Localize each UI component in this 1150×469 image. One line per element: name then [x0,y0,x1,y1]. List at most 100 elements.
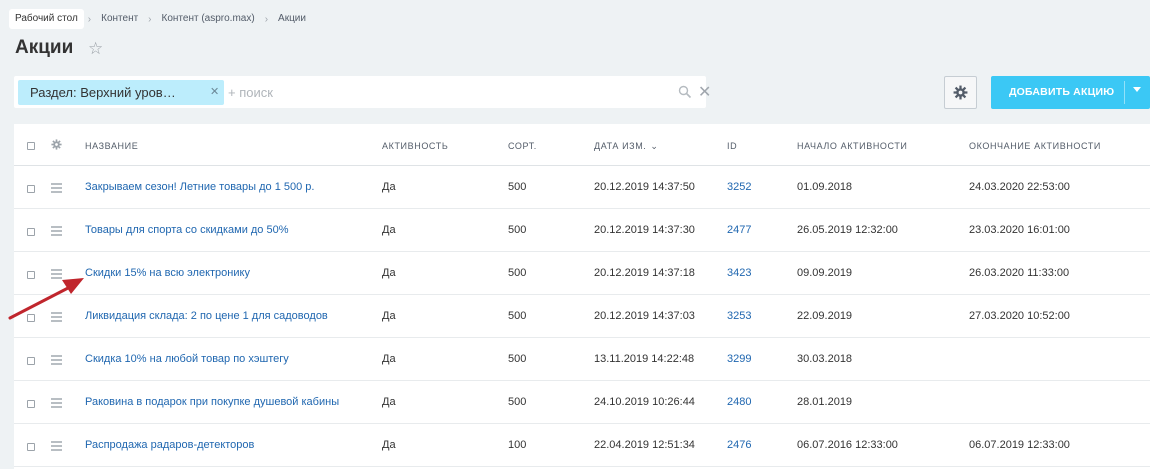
chevron-right-icon: › [148,13,152,25]
drag-handle-icon[interactable] [51,312,62,324]
cell-modified: 20.12.2019 14:37:50 [594,181,695,193]
cell-id[interactable]: 3252 [727,166,751,209]
table-row[interactable]: Скидка 10% на любой товар по хэштегу Да 50… [14,338,1150,381]
row-checkbox[interactable] [27,443,35,451]
row-checkbox[interactable] [27,228,35,236]
cell-id[interactable]: 3299 [727,338,751,381]
breadcrumb-item-aspro[interactable]: Контент (aspro.max) [156,9,261,29]
add-promotion-button[interactable]: ДОБАВИТЬ АКЦИЮ [991,76,1150,109]
cell-start: 22.09.2019 [797,310,853,322]
filter-tag-section[interactable]: Раздел: Верхний уров… [18,80,224,105]
cell-end: 26.03.2020 11:33:00 [969,267,1070,279]
table-header: Название Активность Сорт. Дата изм. ⌄ ID … [14,124,1150,166]
cell-start: 26.05.2019 12:32:00 [797,224,898,236]
star-icon[interactable]: ☆ [88,39,103,59]
row-checkbox[interactable] [27,357,35,365]
cell-end: 23.03.2020 16:01:00 [969,224,1070,236]
cell-modified: 24.10.2019 10:26:44 [594,396,695,408]
cell-name[interactable]: Распродажа радаров-детекторов [85,424,254,467]
cell-id[interactable]: 2476 [727,424,751,467]
cell-activity: Да [382,181,396,193]
column-header-activity[interactable]: Активность [382,124,448,166]
cell-name[interactable]: Скидки 15% на всю электронику [85,252,250,295]
column-header-end[interactable]: Окончание активности [969,124,1101,166]
row-checkbox[interactable] [27,314,35,322]
cell-sort: 500 [508,267,527,279]
clear-icon[interactable]: ✕ [698,82,711,102]
drag-handle-icon[interactable] [51,226,62,238]
column-header-modified[interactable]: Дата изм. ⌄ [594,124,659,166]
cell-activity: Да [382,267,396,279]
cell-activity: Да [382,439,396,451]
cell-name[interactable]: Раковина в подарок при покупке душевой к… [85,381,339,424]
filter-search-bar: Раздел: Верхний уров… ✕ ✕ [14,76,711,108]
chevron-right-icon: › [87,13,92,25]
cell-name[interactable]: Закрываем сезон! Летние товары до 1 500 … [85,166,314,209]
column-header-id[interactable]: ID [727,124,737,166]
cell-start: 09.09.2019 [797,267,853,279]
cell-activity: Да [382,353,396,365]
cell-modified: 20.12.2019 14:37:30 [594,224,695,236]
drag-handle-icon[interactable] [51,441,62,453]
chevron-right-icon: › [264,13,269,25]
cell-sort: 500 [508,224,527,236]
cell-id[interactable]: 2477 [727,209,751,252]
cell-modified: 20.12.2019 14:37:03 [594,310,695,322]
cell-sort: 500 [508,396,527,408]
cell-name[interactable]: Скидка 10% на любой товар по хэштегу [85,338,289,381]
cell-start: 30.03.2018 [797,353,853,365]
cell-sort: 500 [508,353,527,365]
cell-id[interactable]: 3253 [727,295,751,338]
breadcrumb-item-content[interactable]: Контент [95,9,144,29]
cell-sort: 100 [508,439,527,451]
settings-button[interactable] [944,76,977,109]
cell-modified: 22.04.2019 12:51:34 [594,439,695,451]
cell-id[interactable]: 3423 [727,252,751,295]
table-row[interactable]: Распродажа радаров-детекторов Да 100 22.04.… [14,424,1150,467]
cell-start: 01.09.2018 [797,181,853,193]
table-row[interactable]: Товары для спорта со скидками до 50% Да 50… [14,209,1150,252]
cell-activity: Да [382,224,396,236]
cell-start: 28.01.2019 [797,396,853,408]
close-icon[interactable]: ✕ [210,86,219,99]
table-row[interactable]: Ликвидация склада: 2 по цене 1 для садов… [14,295,1150,338]
row-checkbox[interactable] [27,400,35,408]
table-row[interactable]: Скидки 15% на всю электронику Да 500 20.12.… [14,252,1150,295]
breadcrumb-item-current[interactable]: Акции [272,9,312,29]
select-all-checkbox[interactable] [27,142,35,150]
page-title: Акции [15,37,74,58]
gear-icon [953,85,968,100]
drag-handle-icon[interactable] [51,398,62,410]
breadcrumb-item-desktop[interactable]: Рабочий стол [9,9,84,29]
column-header-start[interactable]: Начало активности [797,124,908,166]
drag-handle-icon[interactable] [51,183,62,195]
drag-handle-icon[interactable] [51,355,62,367]
row-checkbox[interactable] [27,185,35,193]
cell-activity: Да [382,396,396,408]
sort-desc-icon: ⌄ [650,141,659,151]
drag-handle-icon[interactable] [51,269,62,281]
cell-sort: 500 [508,181,527,193]
promotions-table: Название Активность Сорт. Дата изм. ⌄ ID … [14,124,1150,469]
cell-id[interactable]: 2480 [727,381,751,424]
column-header-sort[interactable]: Сорт. [508,124,537,166]
split-divider [1124,81,1125,104]
column-header-name[interactable]: Название [85,124,138,166]
table-row[interactable]: Закрываем сезон! Летние товары до 1 500 … [14,166,1150,209]
cell-end: 06.07.2019 12:33:00 [969,439,1070,451]
column-settings-icon[interactable] [51,139,62,150]
cell-name[interactable]: Ликвидация склада: 2 по цене 1 для садов… [85,295,328,338]
breadcrumb: Рабочий стол › Контент › Контент (aspro.… [9,9,312,29]
cell-end: 24.03.2020 22:53:00 [969,181,1070,193]
cell-modified: 20.12.2019 14:37:18 [594,267,695,279]
add-promotion-label: ДОБАВИТЬ АКЦИЮ [1009,86,1115,98]
filter-tag-label: Раздел: Верхний уров… [30,85,176,100]
column-header-modified-label: Дата изм. [594,141,647,151]
search-icon[interactable] [678,85,692,99]
chevron-down-icon[interactable] [1133,87,1141,92]
search-input[interactable] [228,80,658,105]
table-row[interactable]: Раковина в подарок при покупке душевой к… [14,381,1150,424]
cell-modified: 13.11.2019 14:22:48 [594,353,695,365]
row-checkbox[interactable] [27,271,35,279]
cell-name[interactable]: Товары для спорта со скидками до 50% [85,209,289,252]
